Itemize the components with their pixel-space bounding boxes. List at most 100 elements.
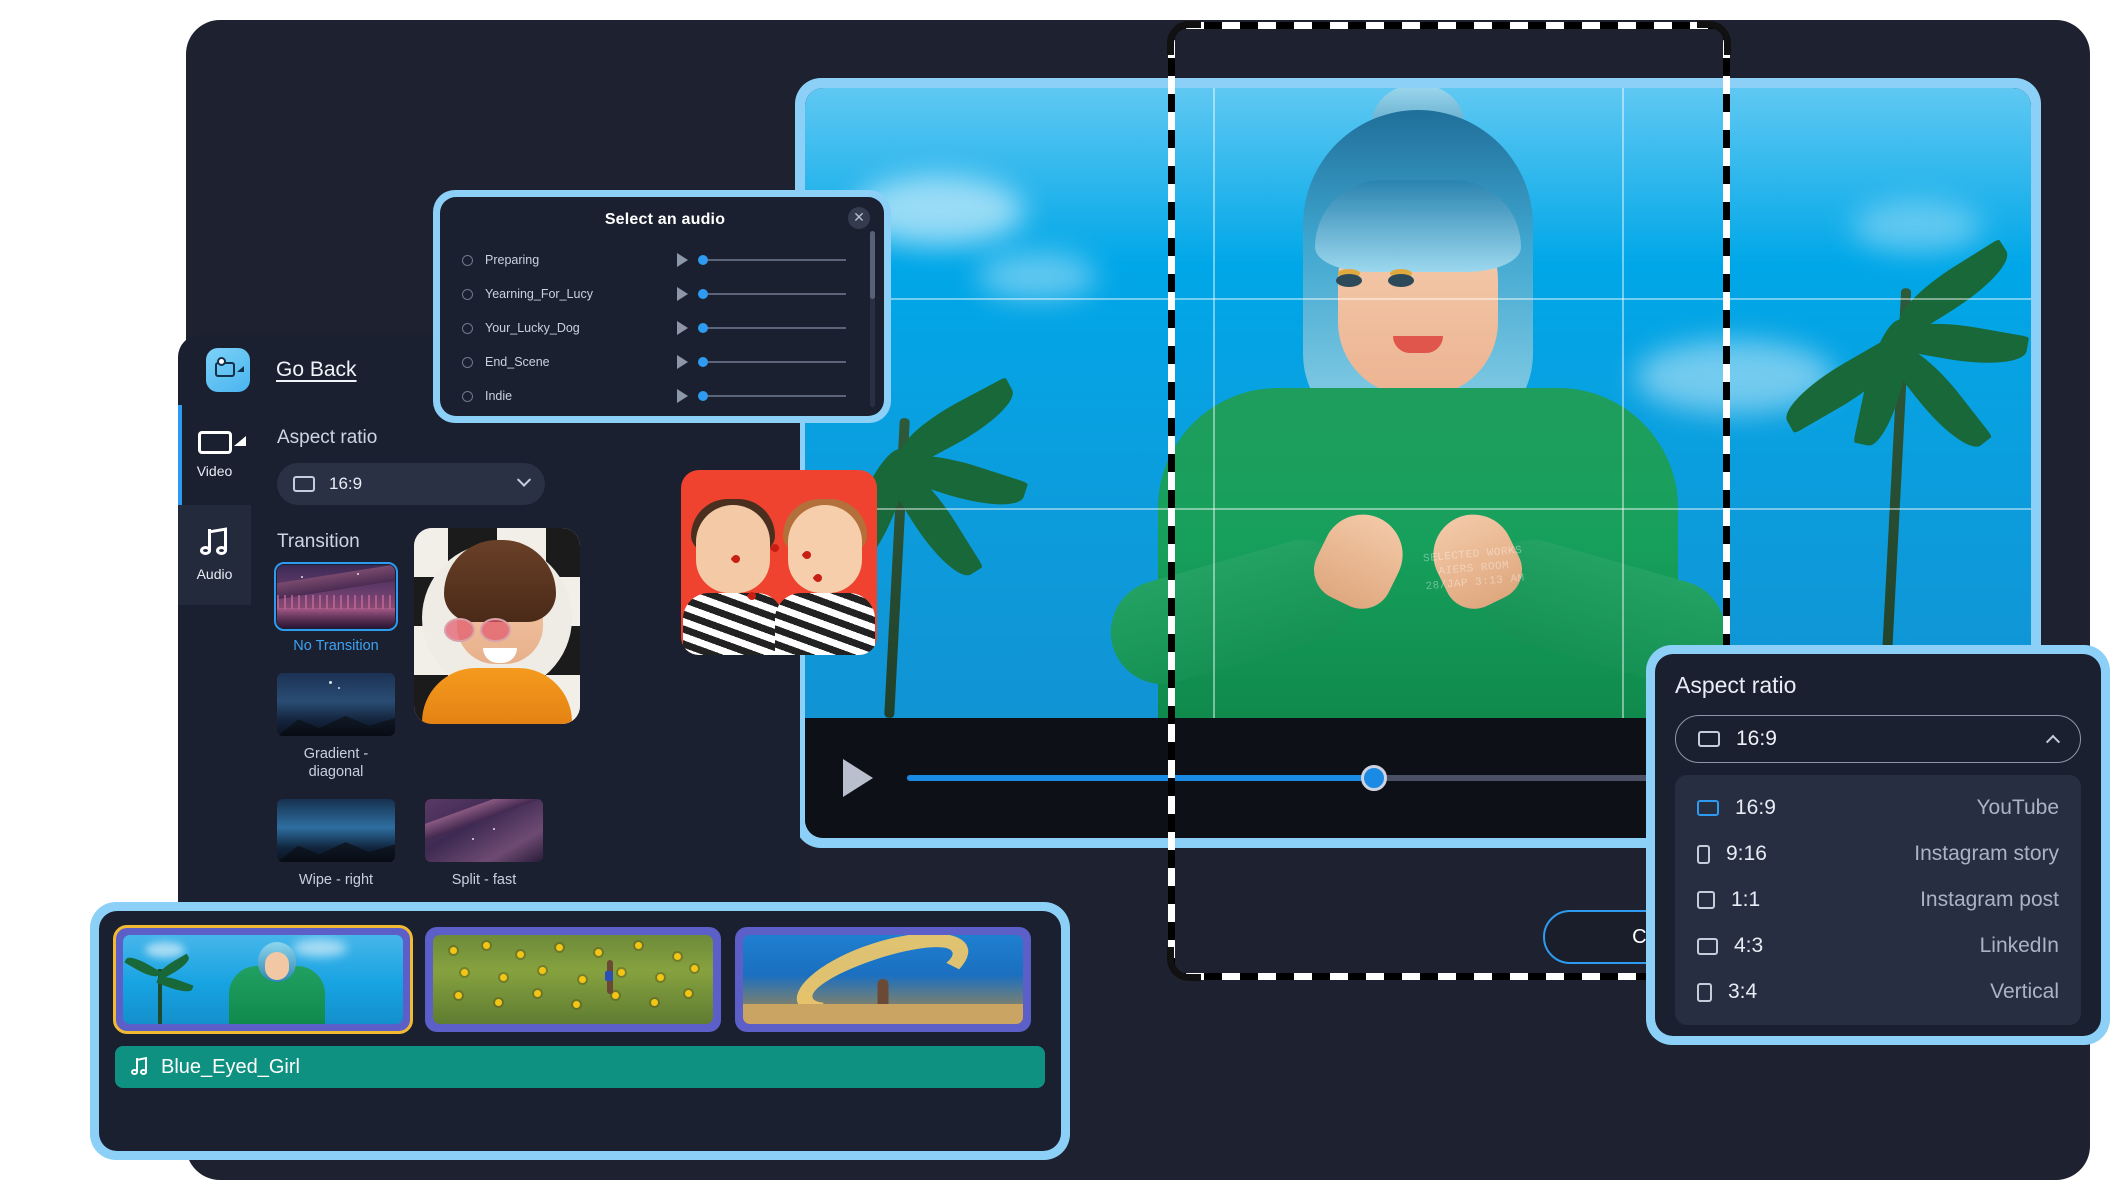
audio-volume-slider[interactable] bbox=[698, 391, 846, 401]
screenshot-root: SELECTED WORKSAIERS ROOM28/JAP 3:13 AM bbox=[0, 0, 2120, 1200]
radio-icon[interactable] bbox=[462, 322, 473, 334]
preview-photo: SELECTED WORKS AIERS ROOM 28/JAP 3:13 AM bbox=[805, 88, 2031, 718]
aspect-ratio-dropdown-trigger[interactable]: 16:9 bbox=[1675, 715, 2081, 763]
clip-thumbnail bbox=[743, 935, 1023, 1024]
rectangle-portrait-icon bbox=[1697, 844, 1710, 864]
clip-thumbnail bbox=[123, 935, 403, 1024]
transition-option-wipe-right[interactable]: Wipe - right bbox=[277, 799, 395, 889]
sidebar-item-label: Audio bbox=[196, 565, 233, 582]
timeline-inner: Blue_Eyed_Girl bbox=[99, 911, 1061, 1151]
play-icon[interactable] bbox=[677, 321, 688, 335]
sidebar-item-audio[interactable]: Audio bbox=[178, 505, 251, 605]
aspect-ratio-panel: Aspect ratio 16:9 16:9 YouTube 9:16 Inst… bbox=[1646, 645, 2110, 1045]
sidebar-item-video[interactable]: Video bbox=[178, 405, 251, 505]
option-platform: LinkedIn bbox=[1979, 934, 2059, 957]
clip-thumbnail bbox=[433, 935, 713, 1024]
audio-track-name: End_Scene bbox=[485, 355, 550, 369]
chevron-up-icon bbox=[2045, 734, 2061, 749]
play-icon[interactable] bbox=[843, 759, 873, 797]
chevron-down-icon bbox=[516, 472, 532, 487]
video-camera-icon bbox=[197, 431, 246, 454]
transition-thumbnail bbox=[425, 799, 543, 863]
audio-track-row[interactable]: Yearning_For_Lucy bbox=[462, 277, 868, 311]
aspect-ratio-section-title: Aspect ratio bbox=[277, 427, 378, 448]
transition-label: Split - fast bbox=[451, 872, 517, 889]
aspect-ratio-selected-value: 16:9 bbox=[1736, 727, 1777, 750]
aspect-ratio-value: 16:9 bbox=[329, 474, 363, 493]
audio-modal-title: Select an audio bbox=[604, 211, 726, 228]
audio-track-row[interactable]: Preparing bbox=[462, 243, 868, 277]
sidebar-item-label: Video bbox=[196, 463, 233, 479]
audio-volume-slider[interactable] bbox=[698, 357, 846, 367]
transition-thumbnail bbox=[274, 562, 398, 631]
timeline-clip-2[interactable] bbox=[425, 927, 721, 1032]
audio-track-name: Yearning_For_Lucy bbox=[485, 287, 593, 301]
option-platform: Vertical bbox=[1990, 980, 2059, 1003]
audio-track-name: Your_Lucky_Dog bbox=[485, 321, 580, 335]
timeline-panel: Blue_Eyed_Girl bbox=[90, 902, 1070, 1160]
aspect-ratio-option-3-4[interactable]: 3:4 Vertical bbox=[1675, 969, 2081, 1015]
option-ratio: 3:4 bbox=[1728, 980, 1758, 1003]
video-camera-logo-icon bbox=[206, 348, 250, 392]
audio-modal-scrollbar[interactable] bbox=[870, 231, 875, 407]
timeline-clip-3[interactable] bbox=[735, 927, 1031, 1032]
preview-couple-card bbox=[681, 470, 877, 655]
play-icon[interactable] bbox=[677, 253, 688, 267]
transition-thumbnail bbox=[277, 799, 395, 863]
go-back-link[interactable]: Go Back bbox=[276, 358, 357, 382]
transition-option-split-fast[interactable]: Split - fast bbox=[425, 799, 543, 889]
timeline-audio-track[interactable]: Blue_Eyed_Girl bbox=[115, 1046, 1045, 1088]
audio-track-name: Preparing bbox=[485, 253, 540, 267]
preview-portrait-card bbox=[414, 528, 580, 724]
aspect-ratio-option-16-9[interactable]: 16:9 YouTube bbox=[1675, 785, 2081, 831]
timeline-clip-1[interactable] bbox=[113, 925, 413, 1034]
audio-track-name: Indie bbox=[485, 389, 513, 403]
aspect-ratio-panel-title: Aspect ratio bbox=[1675, 672, 1797, 698]
rectangle-landscape-icon bbox=[1697, 800, 1719, 816]
play-icon[interactable] bbox=[677, 355, 688, 369]
scrollbar-thumb[interactable] bbox=[870, 231, 875, 299]
music-note-icon bbox=[131, 1056, 149, 1076]
audio-track-row[interactable]: Your_Lucky_Dog bbox=[462, 311, 868, 345]
aspect-ratio-option-4-3[interactable]: 4:3 LinkedIn bbox=[1675, 923, 2081, 969]
option-ratio: 1:1 bbox=[1731, 888, 1761, 911]
radio-icon[interactable] bbox=[462, 356, 473, 368]
radio-icon[interactable] bbox=[462, 254, 473, 266]
aspect-ratio-options-list: 16:9 YouTube 9:16 Instagram story 1:1 In… bbox=[1675, 775, 2081, 1025]
close-icon[interactable]: ✕ bbox=[848, 207, 870, 229]
aspect-ratio-select[interactable]: 16:9 bbox=[277, 463, 545, 505]
timeline-clips bbox=[113, 925, 1045, 1034]
rectangle-portrait-icon bbox=[1697, 982, 1712, 1002]
option-platform: Instagram post bbox=[1920, 888, 2059, 911]
music-note-icon bbox=[199, 526, 230, 557]
scrubber-fill bbox=[907, 775, 1374, 781]
editor-sidebar: Video Audio bbox=[178, 405, 251, 905]
audio-track-row[interactable]: End_Scene bbox=[462, 345, 868, 379]
audio-track-label: Blue_Eyed_Girl bbox=[161, 1055, 300, 1078]
rectangle-landscape-icon bbox=[1697, 937, 1718, 955]
transition-label: Gradient - diagonal bbox=[303, 746, 369, 781]
aspect-ratio-option-1-1[interactable]: 1:1 Instagram post bbox=[1675, 877, 2081, 923]
option-platform: YouTube bbox=[1976, 796, 2059, 819]
radio-icon[interactable] bbox=[462, 390, 473, 402]
preview-subject: SELECTED WORKS AIERS ROOM 28/JAP 3:13 AM bbox=[1068, 88, 1768, 718]
option-ratio: 4:3 bbox=[1734, 934, 1764, 957]
audio-volume-slider[interactable] bbox=[698, 255, 846, 265]
option-platform: Instagram story bbox=[1914, 842, 2059, 865]
aspect-ratio-option-9-16[interactable]: 9:16 Instagram story bbox=[1675, 831, 2081, 877]
audio-track-row[interactable]: Indie bbox=[462, 379, 868, 413]
rectangle-landscape-icon bbox=[293, 476, 315, 492]
rectangle-landscape-icon bbox=[1698, 731, 1720, 747]
play-icon[interactable] bbox=[677, 389, 688, 403]
radio-icon[interactable] bbox=[462, 288, 473, 300]
audio-modal-inner: Select an audio ✕ Preparing Yearning_For… bbox=[440, 197, 884, 416]
rectangle-square-icon bbox=[1697, 891, 1715, 909]
transition-option-gradient-diagonal[interactable]: Gradient - diagonal bbox=[277, 673, 395, 781]
scrubber-knob[interactable] bbox=[1360, 765, 1387, 791]
play-icon[interactable] bbox=[677, 287, 688, 301]
audio-volume-slider[interactable] bbox=[698, 289, 846, 299]
option-ratio: 16:9 bbox=[1735, 796, 1776, 819]
transition-option-no-transition[interactable]: No Transition bbox=[274, 562, 398, 655]
audio-volume-slider[interactable] bbox=[698, 323, 846, 333]
audio-modal: Select an audio ✕ Preparing Yearning_For… bbox=[433, 190, 891, 423]
